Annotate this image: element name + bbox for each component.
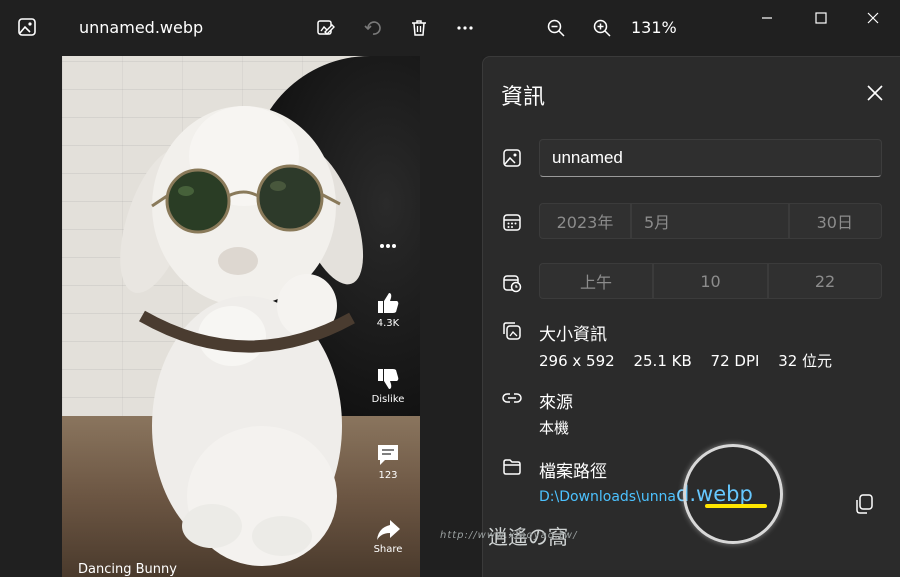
edit-image-icon: [317, 20, 335, 35]
comment-icon: [378, 445, 398, 465]
title-bar: unnamed.webp 131%: [0, 0, 900, 56]
rotate-icon: [364, 21, 381, 35]
zoom-in-button[interactable]: [588, 14, 616, 42]
displayed-image[interactable]: 4.3K Dislike 123 Share Dancing Bunny: [62, 56, 420, 577]
source-value: 本機: [539, 419, 570, 437]
highlight-circle-annotation: [683, 444, 783, 544]
bit-depth: 32 位元: [778, 352, 833, 370]
video-more-button[interactable]: [365, 242, 411, 252]
more-options-button[interactable]: [451, 14, 479, 42]
zoom-out-button[interactable]: [542, 14, 570, 42]
like-count: 4.3K: [376, 318, 400, 329]
zoom-out-icon: [547, 19, 565, 37]
comments-button[interactable]: 123: [365, 442, 411, 481]
highlight-underline-annotation: [705, 504, 767, 508]
image-file-icon: [503, 149, 521, 167]
watermark-url: http://www.xiaoyao.tw/: [440, 530, 578, 541]
file-size: 25.1 KB: [633, 352, 692, 370]
zoom-in-icon: [593, 19, 611, 37]
edit-image-button[interactable]: [312, 14, 340, 42]
image-dimensions: 296 x 592: [539, 352, 615, 370]
dislike-label: Dislike: [371, 394, 405, 405]
link-icon: [502, 393, 522, 403]
date-month-picker[interactable]: 5月: [631, 203, 789, 239]
file-path-label: 檔案路徑: [539, 462, 607, 482]
thumbs-up-icon: [378, 293, 399, 313]
thumbs-down-icon: [378, 369, 399, 389]
rotate-button[interactable]: [359, 14, 387, 42]
file-name-title: unnamed.webp: [79, 18, 204, 37]
share-label: Share: [373, 544, 403, 555]
copy-path-icon[interactable]: [853, 493, 875, 515]
file-path-prefix: D:\Downloads\unna: [539, 489, 677, 505]
window-close-button[interactable]: [850, 0, 896, 36]
photos-app-icon: [18, 18, 36, 36]
maximize-icon: [815, 12, 827, 24]
date-year-picker[interactable]: 2023年: [539, 203, 631, 239]
size-info-label: 大小資訊: [539, 325, 607, 345]
delete-button[interactable]: [405, 14, 433, 42]
comment-count: 123: [378, 470, 398, 481]
dislike-button[interactable]: Dislike: [365, 366, 411, 405]
image-dpi: 72 DPI: [710, 352, 760, 370]
info-panel-title: 資訊: [501, 85, 546, 110]
image-size-icon: [503, 322, 521, 340]
more-dots-icon: [380, 244, 396, 248]
video-caption: Dancing Bunny: [78, 562, 177, 577]
date-day-picker[interactable]: 30日: [789, 203, 882, 239]
close-panel-icon[interactable]: [865, 83, 885, 103]
folder-icon: [503, 459, 521, 475]
zoom-level[interactable]: 131%: [631, 18, 677, 37]
time-hour-picker[interactable]: 10: [653, 263, 768, 299]
more-options-icon: [457, 26, 473, 30]
share-icon: [377, 520, 400, 540]
minimize-button[interactable]: [744, 0, 790, 36]
time-period-picker[interactable]: 上午: [539, 263, 653, 299]
like-button[interactable]: 4.3K: [365, 290, 411, 329]
minimize-icon: [762, 17, 772, 19]
share-button[interactable]: Share: [365, 518, 411, 555]
time-minute-picker[interactable]: 22: [768, 263, 882, 299]
delete-icon: [412, 20, 426, 36]
maximize-button[interactable]: [798, 0, 844, 36]
source-label: 來源: [539, 393, 573, 413]
info-panel: 資訊 2023年 5月 30日 上午 10 22 大小資訊 296 x 592 …: [482, 56, 900, 577]
size-info-details: 296 x 592 25.1 KB 72 DPI 32 位元: [539, 350, 846, 371]
image-viewer[interactable]: 4.3K Dislike 123 Share Dancing Bunny: [0, 56, 482, 577]
file-name-field[interactable]: [539, 139, 882, 177]
calendar-clock-icon: [503, 275, 522, 293]
calendar-icon: [503, 214, 521, 231]
close-icon: [867, 12, 879, 24]
